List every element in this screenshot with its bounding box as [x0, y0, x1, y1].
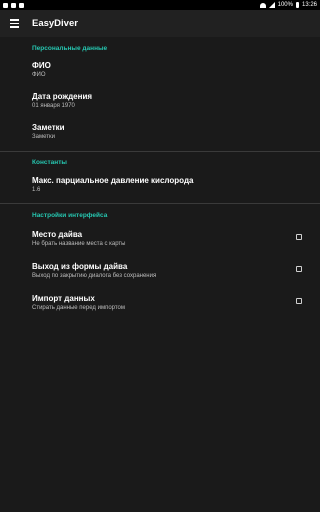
pref-summary: Не брать название места с карты [32, 241, 126, 247]
pref-title: ФИО [32, 61, 51, 70]
settings-list: Персональные данные ФИО ФИО Дата рождени… [0, 37, 320, 326]
pref-dive-place[interactable]: Место дайва Не брать название места с ка… [0, 230, 320, 262]
wifi-icon [259, 2, 266, 8]
pref-title: Макс. парциальное давление кислорода [32, 176, 194, 185]
exit-form-checkbox[interactable] [296, 266, 302, 272]
battery-percent: 100% [277, 2, 293, 8]
pref-title: Выход из формы дайва [32, 262, 128, 271]
status-system: 100% 13:26 [259, 2, 317, 8]
pref-import-data[interactable]: Импорт данных Стирать данные перед импор… [0, 294, 320, 326]
pref-max-oxygen-pressure[interactable]: Макс. парциальное давление кислорода 1.6 [0, 176, 320, 203]
app-bar: EasyDiver [0, 10, 320, 37]
pref-birth-date[interactable]: Дата рождения 01 января 1970 [0, 92, 320, 123]
dive-place-checkbox[interactable] [296, 234, 302, 240]
pref-title: Импорт данных [32, 294, 95, 303]
import-checkbox[interactable] [296, 298, 302, 304]
pref-title: Место дайва [32, 230, 83, 239]
pref-summary: Стирать данные перед импортом [32, 305, 126, 311]
pref-summary: ФИО [32, 72, 46, 78]
section-header-constants: Константы [32, 159, 67, 166]
pref-title: Дата рождения [32, 92, 93, 101]
section-header-personal: Персональные данные [32, 45, 108, 52]
pref-title: Заметки [32, 123, 65, 132]
pref-fio[interactable]: ФИО ФИО [0, 61, 320, 92]
download-icon [19, 2, 24, 8]
signal-icon [268, 2, 275, 8]
pref-exit-dive-form[interactable]: Выход из формы дайва Выход по закрытию д… [0, 262, 320, 294]
photo-icon [11, 2, 16, 8]
pref-summary: Выход по закрытию диалога без сохранения [32, 273, 157, 279]
app-title: EasyDiver [32, 18, 78, 29]
pref-summary: 01 января 1970 [32, 103, 75, 109]
hamburger-menu-icon[interactable] [0, 10, 28, 37]
battery-icon [295, 2, 299, 8]
pref-summary: 1.6 [32, 187, 41, 193]
status-bar: 100% 13:26 [0, 0, 320, 10]
clock: 13:26 [301, 2, 317, 8]
section-header-interface: Настройки интерфейса [32, 212, 108, 219]
notification-icon [3, 2, 8, 8]
pref-summary: Заметки [32, 134, 55, 140]
status-notifications [3, 2, 24, 8]
pref-notes[interactable]: Заметки Заметки [0, 123, 320, 151]
